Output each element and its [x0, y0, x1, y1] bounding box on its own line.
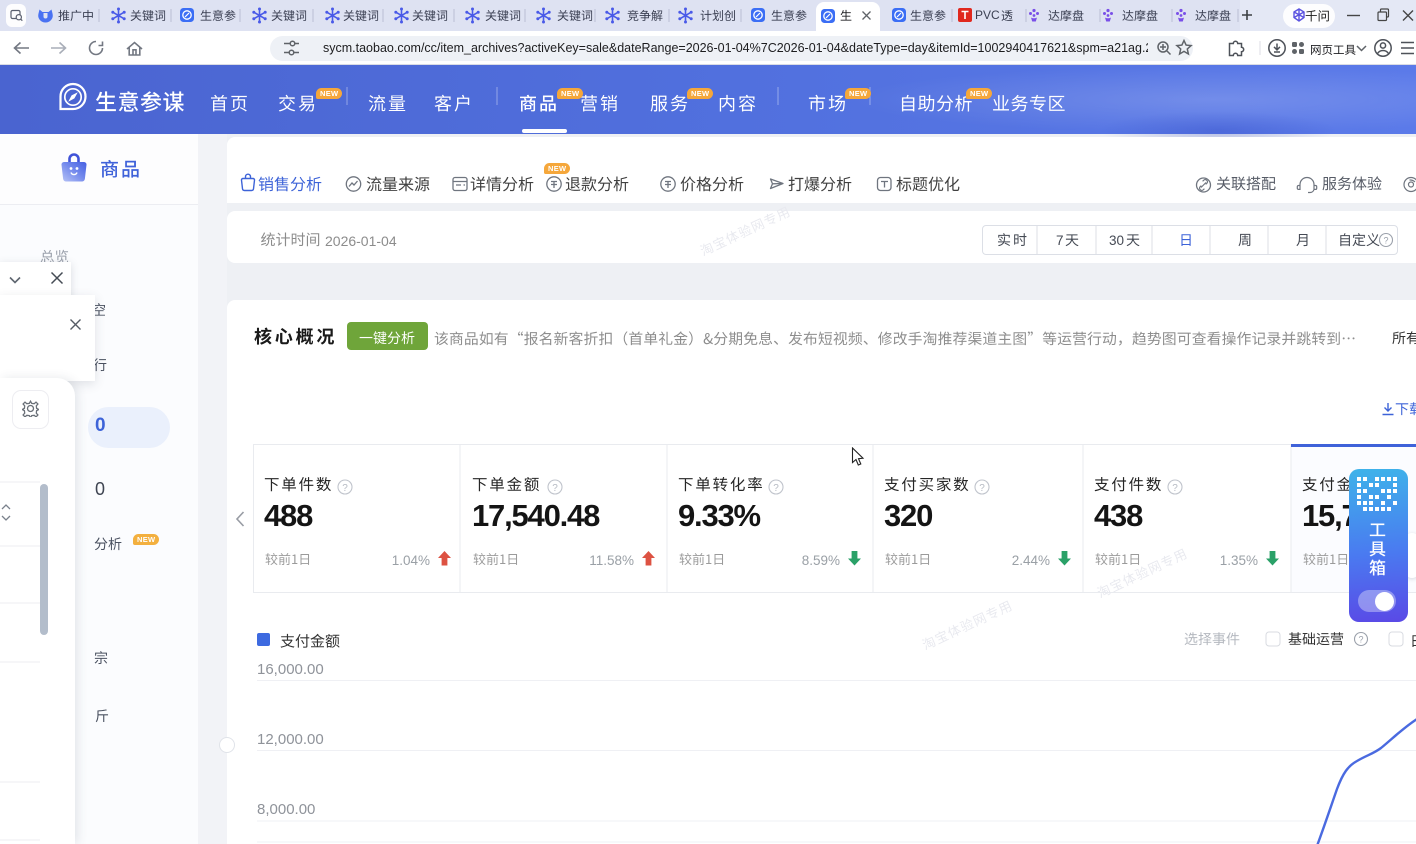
- svg-text:?: ?: [342, 483, 348, 494]
- svg-text:?: ?: [1172, 483, 1178, 494]
- svg-text:?: ?: [773, 483, 779, 494]
- svg-text:?: ?: [979, 483, 985, 494]
- svg-text:?: ?: [552, 483, 558, 494]
- svg-text:?: ?: [1358, 634, 1363, 644]
- svg-text:?: ?: [1383, 236, 1388, 246]
